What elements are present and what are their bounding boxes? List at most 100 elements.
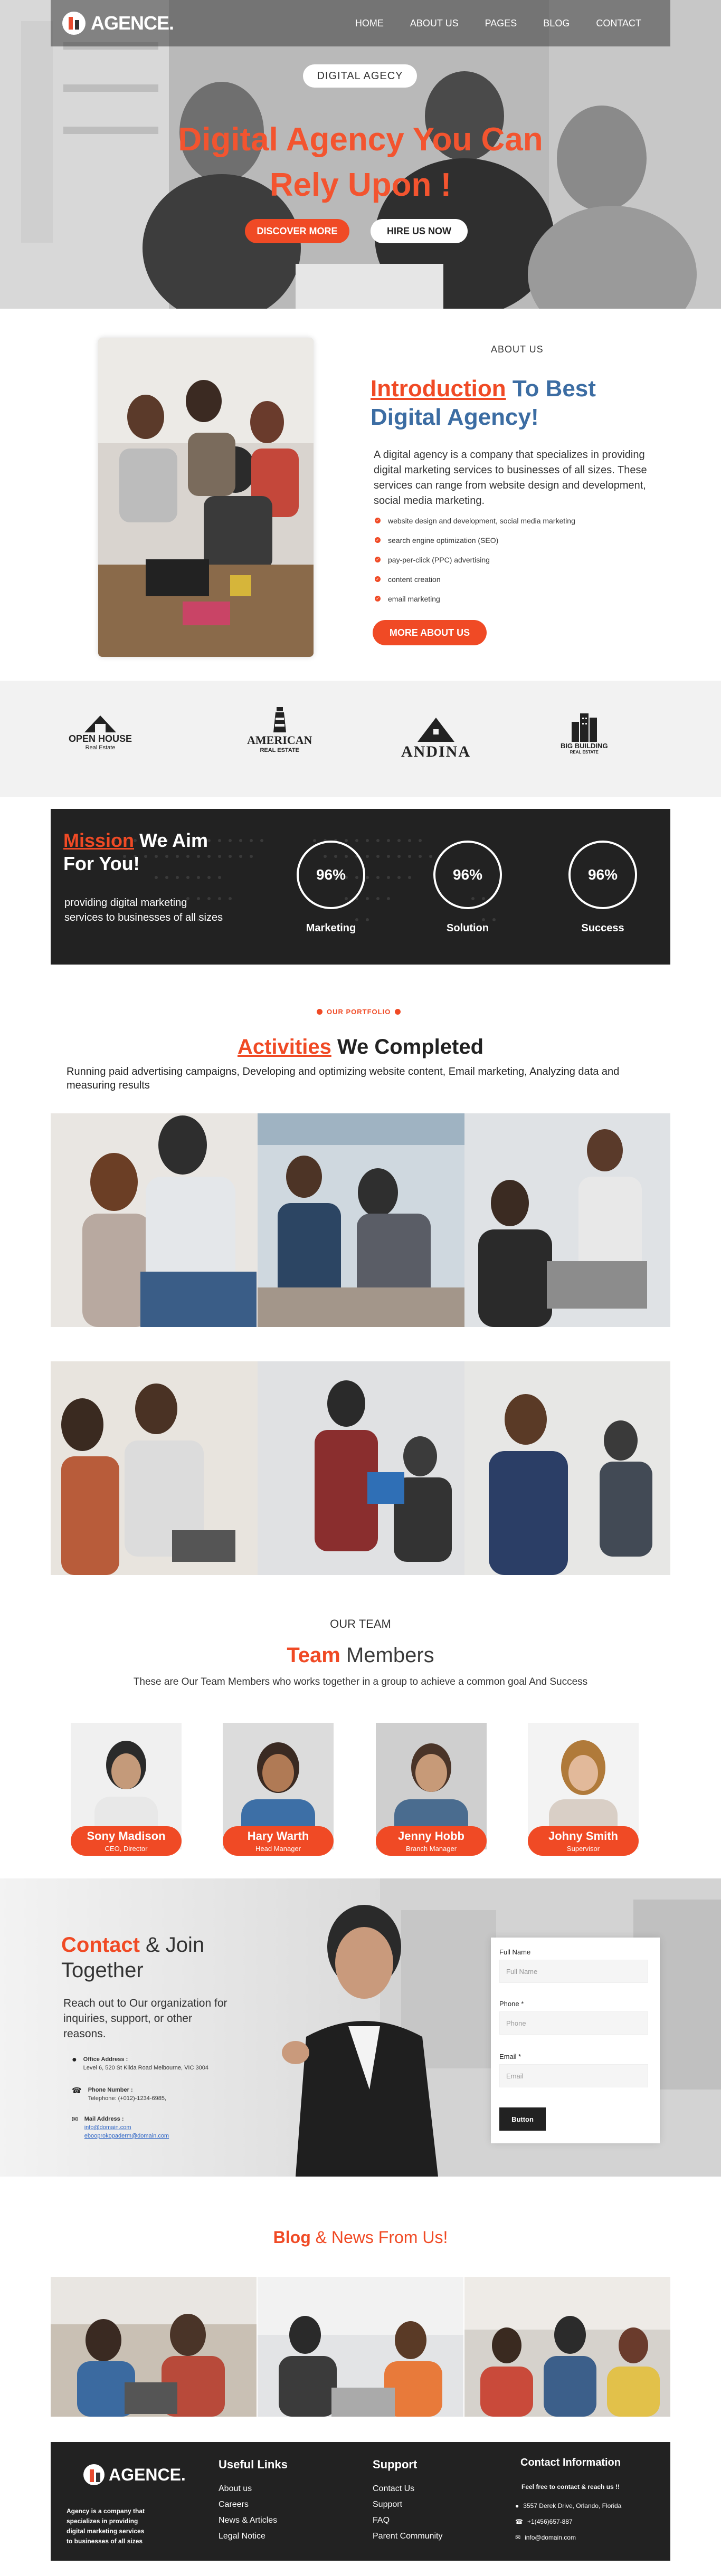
member-badge: Johny Smith Supervisor [528,1826,639,1856]
mail-text: Mail Address : info@domain.com ebooproko… [84,2115,169,2140]
email-field-label: Email * [499,2053,521,2060]
office-address: ● Office Address : Level 6, 520 St Kilda… [72,2055,208,2072]
portfolio-description: Running paid advertising campaigns, Deve… [67,1066,620,1091]
footer-brand-name: AGENCE. [109,2465,186,2484]
list-item-text: pay-per-click (PPC) advertising [388,555,490,564]
hero-title-line2: Rely Upon ! [269,167,452,203]
mail-link-1[interactable]: info@domain.com [84,2123,169,2132]
team-member-card[interactable]: Hary Warth Head Manager [223,1723,334,1856]
footer-email-text[interactable]: info@domain.com [525,2534,576,2541]
location-pin-icon: ● [515,2502,519,2510]
name-field[interactable]: Full Name [499,1960,648,1983]
blog-post-card[interactable] [464,2277,670,2417]
footer-link-news[interactable]: News & Articles [219,2516,277,2525]
client-sub: Real Estate [85,745,116,751]
footer-link-parent[interactable]: Parent Community [373,2532,443,2541]
location-pin-icon: ● [72,2055,77,2064]
nav-contact[interactable]: CONTACT [583,18,654,29]
hero-title-line1: Digital Agency You Can [178,121,543,158]
phone-icon: ☎ [72,2086,82,2095]
portfolio-photo-group-2[interactable] [51,1361,670,1575]
building-icon [571,713,597,742]
blog-title: Blog & News From Us! [0,2228,721,2247]
stat-label-solution: Solution [447,922,489,934]
useful-links-title: Useful Links [219,2458,288,2471]
nav-about[interactable]: ABOUT US [397,18,472,29]
team-member-card[interactable]: Sony Madison CEO, Director [71,1723,182,1856]
client-name: AMERICAN [247,733,312,747]
more-about-us-button[interactable]: MORE ABOUT US [373,620,487,645]
email-field[interactable]: Email [499,2064,648,2087]
client-logo-big-building: BIG BUILDING REAL ESTATE [561,710,608,755]
nav-pages[interactable]: PAGES [472,18,530,29]
mission-title: Mission We Aim For You! [63,829,208,875]
footer-phone-text[interactable]: +1(456)657-887 [527,2518,573,2525]
team-title-highlight: Team [287,1644,340,1667]
house-icon [84,715,117,732]
support-title: Support [373,2458,418,2471]
footer-link-careers[interactable]: Careers [219,2500,249,2510]
team-label: OUR TEAM [330,1617,391,1630]
portfolio-photo-group-1[interactable] [51,1113,670,1327]
discover-more-button[interactable]: DISCOVER MORE [245,219,349,243]
about-paragraph: A digital agency is a company that speci… [374,449,647,507]
list-item-text: content creation [388,575,441,584]
stat-ring-solution: 96% [433,841,502,909]
client-sub: REAL ESTATE [570,750,599,755]
team-member-card[interactable]: Johny Smith Supervisor [528,1723,639,1856]
stat-ring-success: 96% [568,841,637,909]
nav-blog[interactable]: BLOG [530,18,583,29]
nav-home[interactable]: HOME [342,18,397,29]
footer-phone: ☎ +1(456)657-887 [515,2518,573,2525]
contact-title-part2: Together [61,1959,144,1982]
footer-link-faq[interactable]: FAQ [373,2516,390,2525]
blog-post-card[interactable] [51,2277,257,2417]
about-label: ABOUT US [491,344,544,355]
portfolio-title-rest: We Completed [331,1035,484,1058]
hero-section: AGENCE. HOME ABOUT US PAGES BLOG CONTACT… [0,0,721,309]
blog-post-card[interactable] [258,2277,463,2417]
check-icon: ✓ [375,596,381,602]
mission-title-part2: For You! [63,853,140,874]
team-subtitle: These are Our Team Members who works tog… [133,1676,588,1687]
hire-us-button[interactable]: HIRE US NOW [371,219,468,243]
footer-link-legal[interactable]: Legal Notice [219,2532,265,2541]
mission-text: providing digital marketing services to … [64,897,223,923]
phone-field[interactable]: Phone [499,2011,648,2035]
member-role: Supervisor [566,1845,600,1853]
contact-title-highlight: Contact [61,1933,140,1957]
team-title: Team Members [0,1641,721,1669]
portfolio-row-2 [51,1361,670,1575]
about-image [98,338,314,657]
dot-icon [317,1009,322,1015]
mail-label: Mail Address : [84,2116,124,2122]
list-item-text: search engine optimization (SEO) [388,536,499,545]
mail-link-2[interactable]: ebooprokopaderm@domain.com [84,2132,169,2140]
footer-address-text: 3557 Derek Drive, Orlando, Florida [523,2502,622,2510]
client-name: BIG BUILDING [561,742,608,750]
brand-name: AGENCE. [91,12,174,34]
check-icon: ✓ [375,557,381,562]
blog-post-image [51,2277,257,2417]
team-member-card[interactable]: Jenny Hobb Branch Manager [376,1723,487,1856]
clients-logo-strip: OPEN HOUSE Real Estate AMERICAN REAL EST… [0,681,721,797]
logo-icon [62,12,86,35]
list-item: ✓ search engine optimization (SEO) [375,530,649,550]
footer-logo[interactable]: AGENCE. [83,2464,186,2485]
portfolio-label: OUR PORTFOLIO [317,1008,401,1016]
contact-title: Contact & Join Together [61,1932,204,1983]
contact-text: Reach out to Our organization for inquir… [63,1997,227,2040]
footer-link-contact[interactable]: Contact Us [373,2484,414,2494]
member-badge: Hary Warth Head Manager [223,1826,334,1856]
blog-post-image [464,2277,670,2417]
footer-link-about[interactable]: About us [219,2484,252,2494]
member-name: Jenny Hobb [398,1829,464,1843]
logo-icon [83,2464,105,2485]
brand-logo[interactable]: AGENCE. [62,12,174,35]
contact-info-intro: Feel free to contact & reach us !! [521,2483,620,2491]
footer-link-support[interactable]: Support [373,2500,402,2510]
about-title-part2: Digital Agency! [371,404,539,430]
submit-button[interactable]: Button [499,2107,546,2131]
blog-title-highlight: Blog [273,2228,311,2247]
nav-links: HOME ABOUT US PAGES BLOG CONTACT [342,18,654,29]
